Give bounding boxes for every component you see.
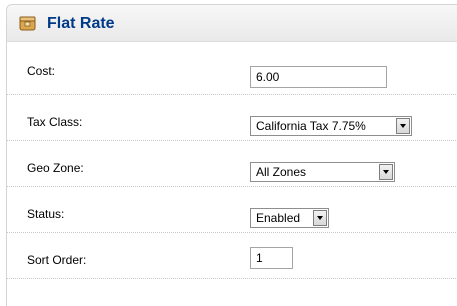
status-select[interactable]: Enabled bbox=[250, 208, 329, 228]
status-selected-value: Enabled bbox=[256, 211, 301, 225]
shipping-form: Cost: Tax Class: California Tax 7.75% Ge… bbox=[7, 42, 457, 279]
box-icon bbox=[19, 15, 36, 31]
chevron-down-icon[interactable] bbox=[379, 164, 393, 180]
geo-zone-select[interactable]: All Zones bbox=[250, 162, 395, 182]
page-title: Flat Rate bbox=[47, 15, 115, 32]
sort-order-input[interactable] bbox=[250, 247, 293, 269]
chevron-down-icon[interactable] bbox=[313, 210, 327, 226]
chevron-down-icon[interactable] bbox=[396, 118, 410, 134]
panel-heading: Flat Rate bbox=[7, 5, 457, 42]
cost-input[interactable] bbox=[250, 66, 387, 88]
tax-class-label: Tax Class: bbox=[27, 115, 83, 129]
tax-class-selected-value: California Tax 7.75% bbox=[256, 119, 366, 133]
status-label: Status: bbox=[27, 207, 65, 221]
cost-label: Cost: bbox=[27, 64, 56, 78]
tax-class-select[interactable]: California Tax 7.75% bbox=[250, 116, 412, 136]
geo-zone-selected-value: All Zones bbox=[256, 165, 307, 179]
sort-order-label: Sort Order: bbox=[27, 253, 87, 267]
form-row-geo-zone: Geo Zone: All Zones bbox=[7, 141, 457, 187]
form-row-tax-class: Tax Class: California Tax 7.75% bbox=[7, 95, 457, 141]
geo-zone-label: Geo Zone: bbox=[27, 161, 84, 175]
shipping-panel: Flat Rate Cost: Tax Class: California Ta… bbox=[6, 4, 457, 306]
form-row-status: Status: Enabled bbox=[7, 187, 457, 233]
form-row-cost: Cost: bbox=[7, 42, 457, 95]
form-row-sort-order: Sort Order: bbox=[7, 233, 457, 279]
